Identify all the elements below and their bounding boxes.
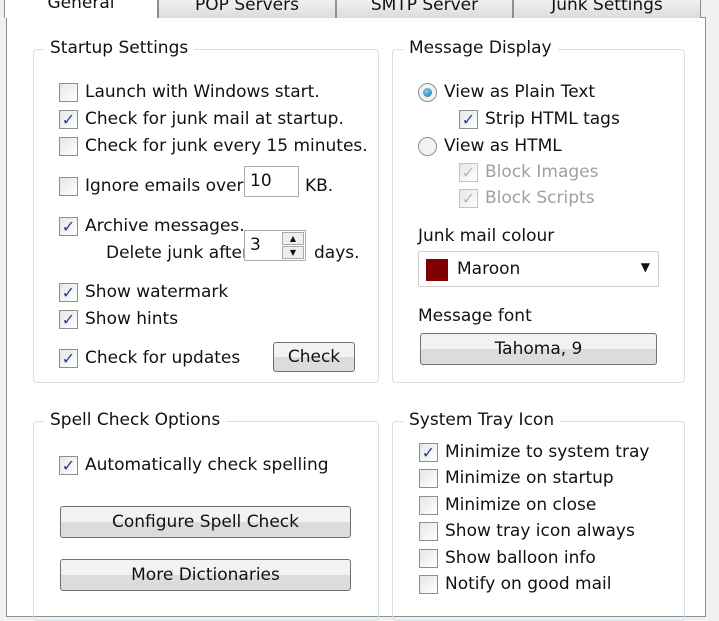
chevron-down-icon: ▼ [640, 260, 650, 274]
tab-general[interactable]: General [4, 0, 158, 18]
auto-spell-label: Automatically check spelling [85, 455, 329, 475]
check-every-checkbox[interactable] [59, 137, 78, 156]
message-font-button[interactable]: Tahoma, 9 [420, 333, 657, 365]
hints-checkbox[interactable]: ✓ [59, 310, 78, 329]
tray-label: Minimize to system tray [445, 442, 650, 462]
tray-label: Show balloon info [445, 548, 596, 568]
ignore-label: Ignore emails over [85, 176, 244, 196]
delete-days-stepper[interactable]: 3 ▲ ▼ [244, 230, 306, 261]
updates-checkbox[interactable]: ✓ [59, 349, 78, 368]
delete-unit: days. [314, 243, 360, 263]
configure-spell-check-button[interactable]: Configure Spell Check [60, 506, 351, 538]
colour-swatch [426, 259, 448, 281]
tray-label: Minimize on startup [445, 468, 614, 488]
junk-colour-value: Maroon [457, 259, 521, 279]
html-label: View as HTML [444, 136, 562, 156]
auto-spell-checkbox[interactable]: ✓ [59, 456, 78, 475]
tray-label: Show tray icon always [445, 521, 635, 541]
tab-smtp-server[interactable]: SMTP Server [336, 0, 513, 18]
group-title: Startup Settings [44, 38, 195, 58]
block-scripts-checkbox[interactable]: ✓ [459, 189, 478, 208]
plain-text-radio[interactable] [418, 83, 437, 102]
more-dictionaries-button[interactable]: More Dictionaries [60, 559, 351, 591]
ignore-size-input[interactable]: 10 [244, 166, 299, 197]
strip-html-checkbox[interactable]: ✓ [459, 110, 478, 129]
tray-checkbox-show-tray-icon[interactable] [419, 522, 438, 541]
strip-html-label: Strip HTML tags [485, 109, 620, 129]
archive-label: Archive messages. [85, 216, 245, 236]
group-title: Spell Check Options [44, 410, 227, 430]
message-font-label: Message font [418, 306, 532, 326]
check-button[interactable]: Check [273, 342, 355, 372]
tray-checkbox-minimize-to-tray[interactable]: ✓ [419, 443, 438, 462]
group-title: Message Display [403, 38, 558, 58]
tray-checkbox-notify-good-mail[interactable] [419, 575, 438, 594]
tray-checkbox-balloon-info[interactable] [419, 549, 438, 568]
ignore-unit: KB. [305, 176, 334, 196]
tab-pop-servers[interactable]: POP Servers [158, 0, 336, 18]
delete-after-label: Delete junk after [106, 243, 249, 263]
tray-label: Notify on good mail [445, 574, 612, 594]
delete-days-value: 3 [250, 235, 261, 255]
ignore-checkbox[interactable] [59, 177, 78, 196]
block-scripts-label: Block Scripts [485, 188, 595, 208]
block-images-checkbox[interactable]: ✓ [459, 163, 478, 182]
check-startup-checkbox[interactable]: ✓ [59, 110, 78, 129]
archive-checkbox[interactable]: ✓ [59, 217, 78, 236]
tab-junk-settings[interactable]: Junk Settings [513, 0, 701, 18]
updates-label: Check for updates [85, 348, 241, 368]
launch-label: Launch with Windows start. [85, 82, 320, 102]
launch-checkbox[interactable] [59, 83, 78, 102]
spin-up-icon[interactable]: ▲ [282, 232, 304, 245]
spin-down-icon[interactable]: ▼ [282, 246, 304, 259]
html-radio[interactable] [418, 137, 437, 156]
tray-label: Minimize on close [445, 495, 597, 515]
junk-colour-label: Junk mail colour [418, 226, 555, 246]
tray-checkbox-minimize-on-close[interactable] [419, 496, 438, 515]
check-every-label: Check for junk every 15 minutes. [85, 136, 368, 156]
check-startup-label: Check for junk mail at startup. [85, 109, 344, 129]
plain-text-label: View as Plain Text [444, 82, 596, 102]
block-images-label: Block Images [485, 162, 599, 182]
watermark-checkbox[interactable]: ✓ [59, 283, 78, 302]
group-title: System Tray Icon [403, 410, 561, 430]
tray-checkbox-minimize-on-startup[interactable] [419, 469, 438, 488]
junk-colour-select[interactable]: Maroon ▼ [418, 251, 659, 287]
watermark-label: Show watermark [85, 282, 229, 302]
hints-label: Show hints [85, 309, 179, 329]
